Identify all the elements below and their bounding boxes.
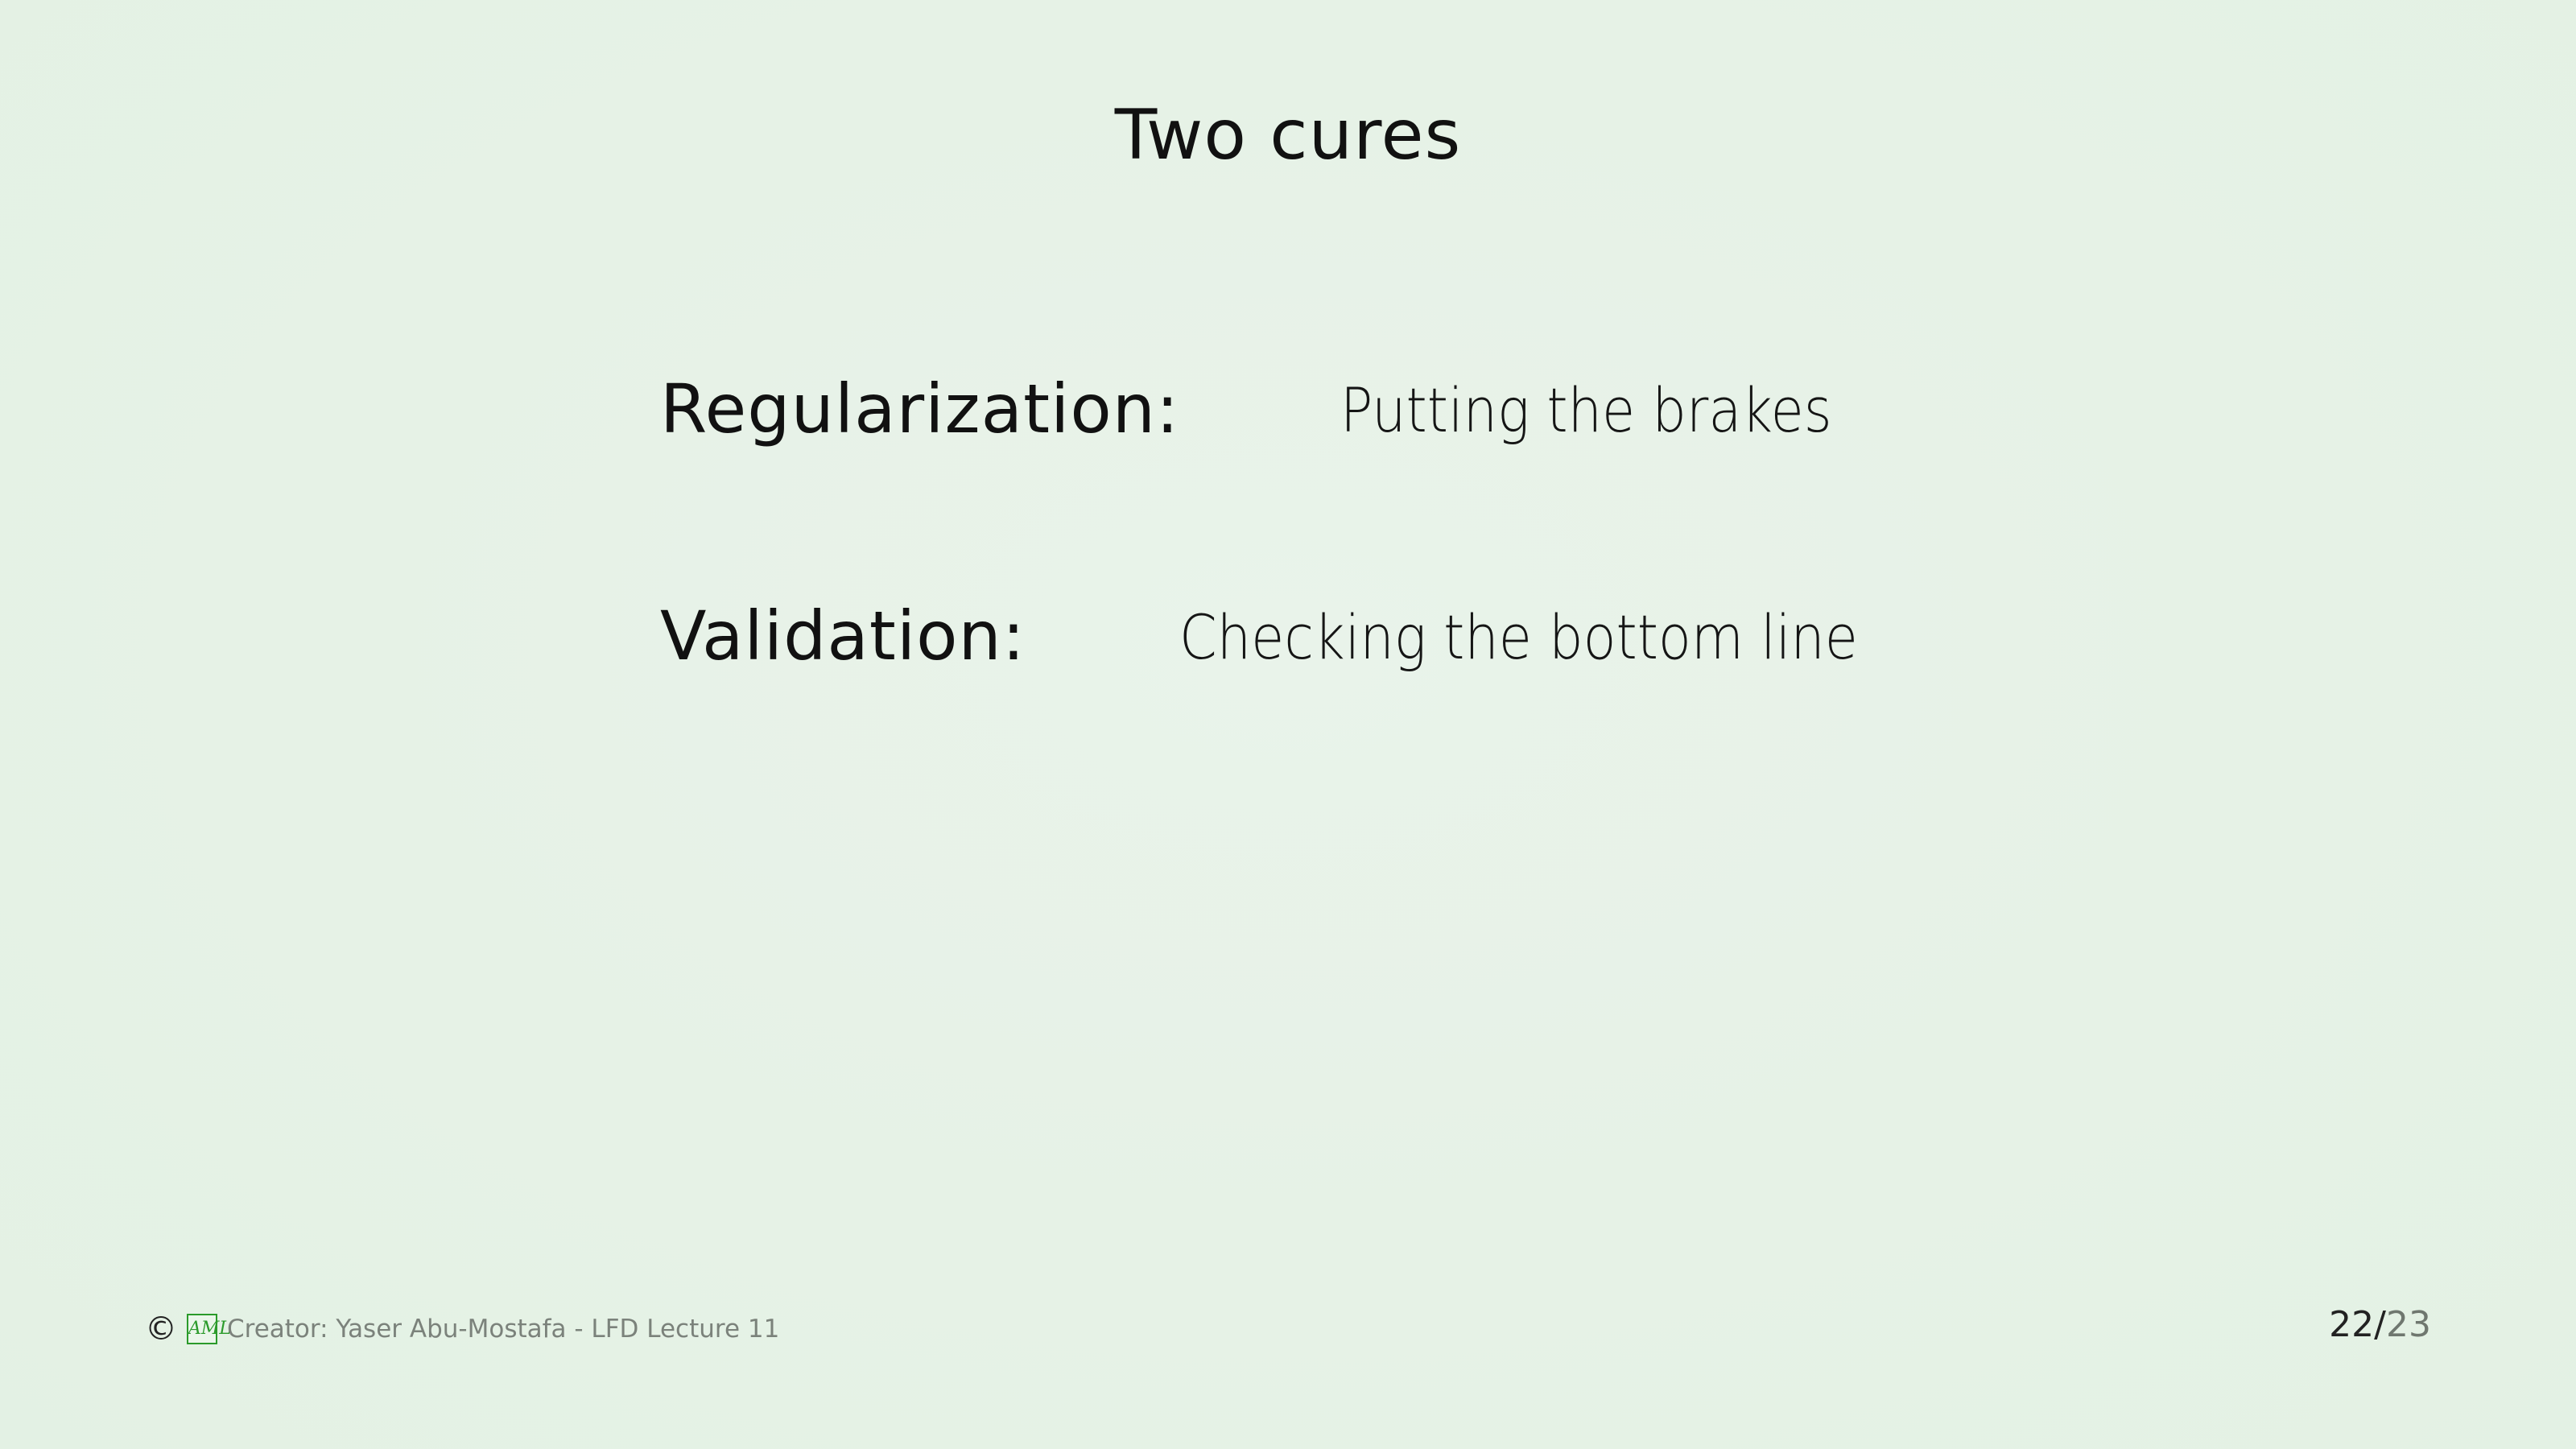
page-current: 22 [2329, 1304, 2375, 1345]
footer-credit: Creator: Yaser Abu-Mostafa - LFD Lecture… [227, 1315, 780, 1344]
page-separator: / [2374, 1304, 2386, 1345]
copyright-icon: © [145, 1311, 177, 1348]
term-validation: Validation: [660, 597, 1026, 675]
page-number: 22/23 [2329, 1304, 2431, 1346]
slide-title: Two cures [1114, 95, 1462, 175]
page-total: 23 [2386, 1304, 2431, 1345]
term-regularization: Regularization: [660, 369, 1180, 448]
description-regularization: Putting the brakes [1340, 374, 1832, 446]
aml-logo-icon: AML [187, 1314, 231, 1344]
footer: © AML Creator: Yaser Abu-Mostafa - LFD L… [145, 1309, 779, 1349]
description-validation: Checking the bottom line [1179, 601, 1858, 673]
